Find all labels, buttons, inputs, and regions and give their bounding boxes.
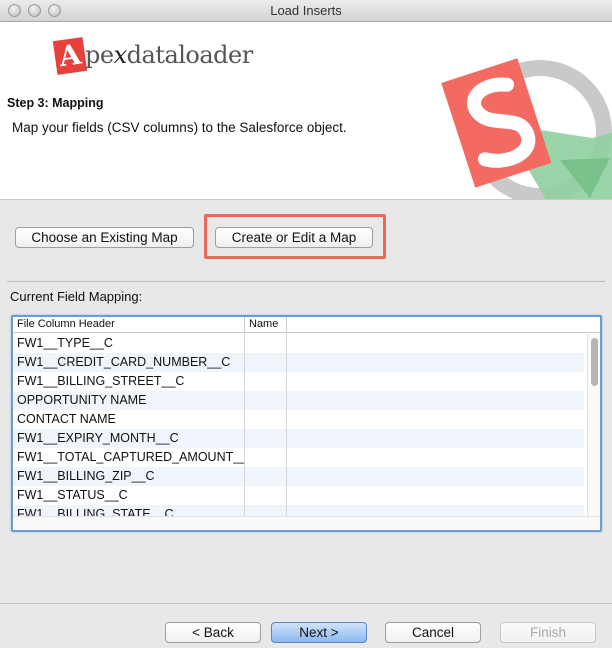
file-column-cell: FW1__BILLING_ZIP__C: [17, 469, 155, 483]
table-row[interactable]: FW1__TYPE__C: [13, 334, 584, 353]
name-cell[interactable]: [245, 505, 287, 516]
window-title: Load Inserts: [270, 3, 342, 18]
section-divider: [7, 281, 605, 282]
logo-a-mark: A: [52, 37, 88, 75]
wizard-header: A pexdataloader Step 3: Mapping Map your…: [0, 22, 612, 200]
logo-text-part1: pe: [85, 41, 114, 69]
choose-existing-map-button[interactable]: Choose an Existing Map: [15, 227, 194, 248]
table-row[interactable]: FW1__STATUS__C: [13, 486, 584, 505]
name-cell[interactable]: [245, 410, 287, 429]
back-button[interactable]: < Back: [165, 622, 261, 643]
file-column-cell: OPPORTUNITY NAME: [17, 393, 147, 407]
name-cell[interactable]: [245, 353, 287, 372]
logo-red-block: [441, 58, 552, 188]
table-row[interactable]: FW1__BILLING_STATE__C: [13, 505, 584, 516]
file-column-cell: FW1__BILLING_STATE__C: [17, 507, 174, 516]
step-title: Step 3: Mapping: [7, 96, 104, 110]
horizontal-scrollbar[interactable]: [13, 516, 600, 530]
table-row[interactable]: FW1__BILLING_ZIP__C: [13, 467, 584, 486]
file-column-cell: FW1__BILLING_STREET__C: [17, 374, 185, 388]
window-titlebar: Load Inserts: [0, 0, 612, 22]
table-row[interactable]: FW1__BILLING_STREET__C: [13, 372, 584, 391]
logo-text-part2: dataloader: [126, 41, 254, 69]
file-column-cell: FW1__CREDIT_CARD_NUMBER__C: [17, 355, 231, 369]
column-header-file-column[interactable]: File Column Header: [13, 317, 245, 333]
file-column-cell: FW1__TOTAL_CAPTURED_AMOUNT__C: [17, 450, 245, 464]
name-cell[interactable]: [245, 372, 287, 391]
table-body: FW1__TYPE__C FW1__CREDIT_CARD_NUMBER__C …: [13, 334, 584, 516]
file-column-cell: FW1__EXPIRY_MONTH__C: [17, 431, 179, 445]
current-field-mapping-label: Current Field Mapping:: [10, 289, 143, 304]
table-row[interactable]: CONTACT NAME: [13, 410, 584, 429]
footer-divider: [0, 603, 612, 604]
table-row[interactable]: FW1__EXPIRY_MONTH__C: [13, 429, 584, 448]
logo-text-x: x: [113, 41, 128, 69]
vertical-scrollbar[interactable]: [587, 334, 600, 516]
table-header: File Column Header Name: [13, 317, 600, 333]
cancel-button[interactable]: Cancel: [385, 622, 481, 643]
file-column-cell: CONTACT NAME: [17, 412, 116, 426]
table-row[interactable]: OPPORTUNITY NAME: [13, 391, 584, 410]
vertical-scroll-thumb[interactable]: [591, 338, 598, 386]
next-button[interactable]: Next >: [271, 622, 367, 643]
logo-wordmark: pexdataloader: [85, 41, 253, 69]
name-cell[interactable]: [245, 334, 287, 353]
step-description: Map your fields (CSV columns) to the Sal…: [12, 120, 347, 135]
field-mapping-table[interactable]: File Column Header Name FW1__TYPE__C FW1…: [11, 315, 602, 532]
salesforce-refresh-logo: [441, 58, 612, 199]
file-column-cell: FW1__STATUS__C: [17, 488, 128, 502]
column-header-name[interactable]: Name: [245, 317, 287, 333]
create-edit-map-button[interactable]: Create or Edit a Map: [215, 227, 373, 248]
name-cell[interactable]: [245, 429, 287, 448]
finish-button: Finish: [500, 622, 596, 643]
name-cell[interactable]: [245, 486, 287, 505]
name-cell[interactable]: [245, 448, 287, 467]
name-cell[interactable]: [245, 467, 287, 486]
name-cell[interactable]: [245, 391, 287, 410]
column-separator: [244, 334, 245, 516]
column-separator: [286, 334, 287, 516]
table-row[interactable]: FW1__CREDIT_CARD_NUMBER__C: [13, 353, 584, 372]
table-row[interactable]: FW1__TOTAL_CAPTURED_AMOUNT__C: [13, 448, 584, 467]
file-column-cell: FW1__TYPE__C: [17, 336, 113, 350]
